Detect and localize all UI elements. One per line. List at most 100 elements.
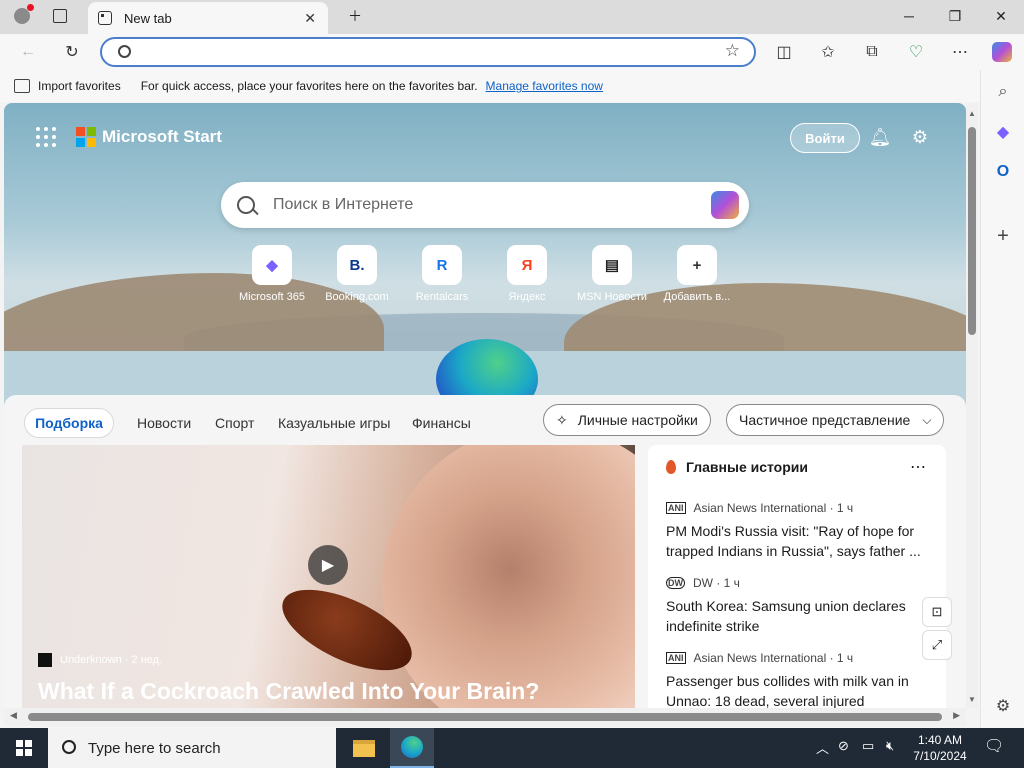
feed-tab-0[interactable]: Подборка xyxy=(24,408,114,438)
import-favorites-icon xyxy=(14,79,30,93)
horizontal-scrollbar[interactable]: ◀ ▶ xyxy=(4,708,966,726)
browser-essentials-icon[interactable]: ♡ xyxy=(904,40,928,64)
scroll-left-icon[interactable]: ◀ xyxy=(10,710,17,721)
minimize-button[interactable]: ─ xyxy=(886,0,932,32)
story-title[interactable]: South Korea: Samsung union declares inde… xyxy=(666,596,926,636)
favorite-star-icon[interactable]: ☆ xyxy=(725,41,740,61)
back-button[interactable]: ← xyxy=(16,40,40,64)
sidebar-microsoft-365-icon[interactable]: ◆ xyxy=(991,120,1015,144)
close-tab-icon[interactable]: ✕ xyxy=(304,10,316,27)
personalize-button[interactable]: ✧ Личные настройки xyxy=(543,404,711,436)
network-icon[interactable]: ⊘ xyxy=(838,738,849,754)
newtab-page-icon xyxy=(98,11,112,25)
refresh-button[interactable]: ↻ xyxy=(60,40,84,64)
newtab-page: Microsoft Start Войти 🔔︎ ⚙ Поиск в Интер… xyxy=(4,103,966,708)
feed-tab-1[interactable]: Новости xyxy=(137,408,191,438)
web-search-box[interactable]: Поиск в Интернете xyxy=(221,182,749,228)
start-button[interactable] xyxy=(0,728,48,768)
notifications-bell-icon[interactable]: 🔔︎ xyxy=(868,125,892,149)
story-item[interactable]: DW DW · 1 ч South Korea: Samsung union de… xyxy=(666,576,926,636)
sidebar-settings-icon[interactable]: ⚙ xyxy=(991,694,1015,718)
chevron-down-icon: ⌵ xyxy=(922,412,932,427)
copilot-search-icon[interactable] xyxy=(711,191,739,219)
edge-taskbar-icon[interactable] xyxy=(390,728,434,768)
microsoft-start-brand[interactable]: Microsoft Start xyxy=(76,127,222,147)
hero-news-card[interactable]: ▶ Underknown · 2 нед. What If a Cockroac… xyxy=(22,445,635,708)
split-screen-icon[interactable]: ◫ xyxy=(772,40,796,64)
feed-tab-2[interactable]: Спорт xyxy=(215,408,254,438)
story-source: Asian News International · 1 ч xyxy=(693,651,854,665)
quick-link-0[interactable]: ◆ Microsoft 365 xyxy=(232,245,312,303)
play-icon[interactable]: ▶ xyxy=(308,545,348,585)
quick-link-label: Rentalcars xyxy=(415,291,469,303)
notifications-icon[interactable]: 🗨︎ xyxy=(984,736,1004,756)
tray-overflow-icon[interactable]: ︿ xyxy=(816,738,829,757)
layout-view-label: Частичное представление xyxy=(739,412,911,428)
booking-icon: B. xyxy=(337,245,377,285)
story-title[interactable]: Passenger bus collides with milk van in … xyxy=(666,671,926,708)
quick-link-2[interactable]: R Rentalcars xyxy=(402,245,482,303)
vertical-scroll-thumb[interactable] xyxy=(968,127,976,335)
sidebar-outlook-icon[interactable]: O xyxy=(991,160,1015,184)
quick-link-4[interactable]: ▤ MSN Новости xyxy=(572,245,652,303)
personalize-label: Личные настройки xyxy=(577,412,698,428)
layout-view-dropdown[interactable]: Частичное представление ⌵ xyxy=(726,404,945,436)
display-icon[interactable]: ▭ xyxy=(862,738,874,754)
quick-link-label: Яндекс xyxy=(508,291,546,303)
feed-tab-4[interactable]: Финансы xyxy=(412,408,471,438)
story-item[interactable]: ANI Asian News International · 1 ч PM Mod… xyxy=(666,501,926,561)
app-launcher-icon[interactable] xyxy=(36,127,58,149)
source-logo-icon: DW xyxy=(666,577,685,589)
import-favorites-button[interactable]: Import favorites xyxy=(38,79,121,93)
quick-link-1[interactable]: B. Booking.com xyxy=(317,245,397,303)
scroll-right-icon[interactable]: ▶ xyxy=(953,710,960,721)
quick-link-5[interactable]: + Добавить в... xyxy=(657,245,737,303)
address-bar[interactable]: ☆ xyxy=(100,37,756,67)
expand-icon[interactable]: ⤢ xyxy=(922,630,952,660)
feedback-icon[interactable]: ⊡ xyxy=(922,597,952,627)
manage-favorites-link[interactable]: Manage favorites now xyxy=(486,79,603,93)
sign-in-button[interactable]: Войти xyxy=(790,123,860,153)
horizontal-scroll-thumb[interactable] xyxy=(28,713,942,721)
page-settings-gear-icon[interactable]: ⚙ xyxy=(908,125,932,149)
sidebar-search-icon[interactable]: ⌕ xyxy=(991,80,1015,104)
navigation-toolbar: ← ↻ ☆ ◫ ✩ ⧉ ♡ ⋯ xyxy=(0,34,1024,70)
story-title[interactable]: PM Modi's Russia visit: "Ray of hope for… xyxy=(666,521,926,561)
more-options-icon[interactable]: ⋯ xyxy=(910,457,926,477)
profile-icon[interactable] xyxy=(4,0,40,32)
story-item[interactable]: ANI Asian News International · 1 ч Passen… xyxy=(666,651,926,708)
settings-more-icon[interactable]: ⋯ xyxy=(948,40,972,64)
system-clock[interactable]: 1:40 AM 7/10/2024 xyxy=(910,732,970,764)
hero-headline[interactable]: What If a Cockroach Crawled Into Your Br… xyxy=(38,678,539,705)
quick-link-3[interactable]: Я Яндекс xyxy=(487,245,567,303)
new-tab-button[interactable]: ＋ xyxy=(332,0,378,32)
ear-image xyxy=(382,445,635,708)
yandex-icon: Я xyxy=(507,245,547,285)
windows-taskbar: Type here to search ︿ ⊘ ▭ 🔇︎ 1:40 AM 7/1… xyxy=(0,728,1024,768)
vertical-scrollbar[interactable]: ▲ ▼ xyxy=(966,103,978,708)
taskbar-search-input[interactable]: Type here to search xyxy=(88,740,221,757)
favorites-icon[interactable]: ✩ xyxy=(816,40,840,64)
sidebar-add-icon[interactable]: + xyxy=(991,224,1015,248)
volume-muted-icon[interactable]: 🔇︎ xyxy=(886,738,894,754)
hero-source-label: Underknown · 2 нед. xyxy=(60,654,163,666)
top-stories-card: Главные истории ⋯ ANI Asian News Internat… xyxy=(648,445,946,708)
scroll-up-icon[interactable]: ▲ xyxy=(968,109,976,118)
file-explorer-icon[interactable] xyxy=(342,728,386,768)
collections-icon[interactable]: ⧉ xyxy=(860,40,884,64)
restore-button[interactable]: ❐ xyxy=(932,0,978,32)
quick-link-label: Microsoft 365 xyxy=(238,291,306,303)
favorites-bar: Import favorites For quick access, place… xyxy=(0,70,1024,102)
tab-new-tab[interactable]: New tab ✕ xyxy=(88,2,328,34)
edge-sidebar: ⌕ ◆ O + ⚙ xyxy=(980,70,1024,728)
copilot-icon[interactable] xyxy=(990,40,1014,64)
fire-icon xyxy=(666,460,676,474)
quick-link-label: Booking.com xyxy=(325,291,389,303)
microsoft-365-icon: ◆ xyxy=(252,245,292,285)
feed-tab-3[interactable]: Казуальные игры xyxy=(278,408,390,438)
scroll-down-icon[interactable]: ▼ xyxy=(968,695,976,704)
web-search-input[interactable]: Поиск в Интернете xyxy=(273,196,413,214)
tab-actions-icon[interactable] xyxy=(42,0,78,32)
taskbar-search-box[interactable]: Type here to search xyxy=(48,728,336,768)
close-window-button[interactable]: ✕ xyxy=(978,0,1024,32)
